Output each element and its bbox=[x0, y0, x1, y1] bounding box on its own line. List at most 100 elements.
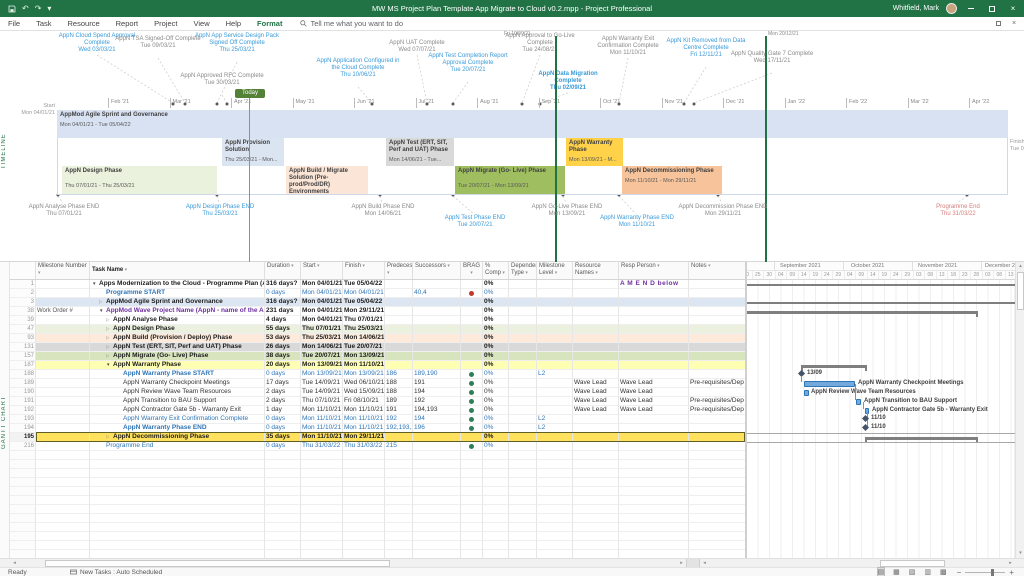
resource-names-cell[interactable] bbox=[573, 415, 619, 424]
expand-collapse-icon[interactable] bbox=[92, 280, 99, 288]
timeline-callout[interactable]: AppN Warranty Exit Confirmation Complete… bbox=[584, 36, 672, 57]
brag-cell[interactable] bbox=[461, 415, 483, 424]
resp-person-cell[interactable] bbox=[619, 415, 689, 424]
resource-names-cell[interactable] bbox=[573, 325, 619, 334]
brag-cell[interactable] bbox=[461, 352, 483, 361]
timeline-bar[interactable]: AppMod Agile Sprint and GovernanceMon 04… bbox=[57, 110, 1008, 138]
row-number[interactable]: 1 bbox=[10, 280, 36, 289]
finish-cell[interactable]: Mon 04/01/21 bbox=[343, 289, 385, 298]
row-number[interactable]: 39 bbox=[10, 316, 36, 325]
scroll-down-arrow[interactable]: ▾ bbox=[1016, 549, 1024, 558]
notes-cell[interactable] bbox=[689, 343, 745, 352]
gantt-chart-body[interactable]: 13/09 AppN Warranty Checkpoint Meetings … bbox=[747, 280, 1015, 558]
finish-cell[interactable]: Mon 11/10/21 bbox=[343, 424, 385, 433]
predecessors-cell[interactable] bbox=[385, 361, 413, 370]
start-cell[interactable]: Mon 11/10/21 bbox=[301, 415, 343, 424]
notes-cell[interactable] bbox=[689, 352, 745, 361]
start-cell[interactable]: Thu 31/03/22 bbox=[301, 442, 343, 451]
milestone-number-cell[interactable] bbox=[36, 316, 90, 325]
row-number[interactable]: 38 bbox=[10, 307, 36, 316]
timeline-callout[interactable]: AppN Approved RFC CompleteTue 30/03/21 bbox=[178, 73, 266, 87]
milestone-level-cell[interactable] bbox=[537, 316, 573, 325]
brag-cell[interactable] bbox=[461, 280, 483, 289]
resource-names-cell[interactable] bbox=[573, 316, 619, 325]
milestone-level-cell[interactable] bbox=[537, 334, 573, 343]
table-row[interactable]: 187 AppN Warranty Phase 20 days Mon 13/0… bbox=[10, 361, 745, 370]
task-name-cell[interactable]: AppN Build (Provision / Deploy) Phase bbox=[90, 334, 265, 343]
percent-complete-cell[interactable]: 0% bbox=[483, 397, 509, 406]
percent-complete-cell[interactable]: 0% bbox=[483, 325, 509, 334]
task-usage-view-button[interactable]: ▦ bbox=[893, 568, 900, 576]
duration-cell[interactable]: 38 days bbox=[265, 352, 301, 361]
save-icon[interactable] bbox=[8, 5, 16, 13]
dependency-type-cell[interactable] bbox=[509, 442, 537, 451]
dependency-type-cell[interactable] bbox=[509, 289, 537, 298]
milestone-number-cell[interactable] bbox=[36, 424, 90, 433]
finish-cell[interactable]: Mon 13/09/21 bbox=[343, 370, 385, 379]
milestone-level-cell[interactable] bbox=[537, 325, 573, 334]
ribbon-tab[interactable]: View bbox=[185, 19, 217, 28]
start-cell[interactable]: Tue 14/09/21 bbox=[301, 388, 343, 397]
resource-names-cell[interactable] bbox=[573, 361, 619, 370]
finish-cell[interactable]: Mon 29/11/21 bbox=[343, 433, 385, 442]
successors-cell[interactable] bbox=[413, 316, 461, 325]
close-button[interactable]: × bbox=[1006, 2, 1020, 15]
scroll-up-arrow[interactable]: ▴ bbox=[1016, 262, 1024, 271]
ribbon-tab[interactable]: Format bbox=[249, 19, 290, 28]
table-row-empty[interactable] bbox=[10, 523, 745, 532]
table-row-empty[interactable] bbox=[10, 541, 745, 550]
dependency-type-cell[interactable] bbox=[509, 415, 537, 424]
new-tasks-mode[interactable]: New Tasks : Auto Scheduled bbox=[70, 569, 162, 576]
milestone-number-cell[interactable] bbox=[36, 415, 90, 424]
resp-person-cell[interactable] bbox=[619, 316, 689, 325]
duration-cell[interactable]: 0 days bbox=[265, 370, 301, 379]
predecessors-cell[interactable] bbox=[385, 433, 413, 442]
duration-cell[interactable]: 0 days bbox=[265, 415, 301, 424]
notes-cell[interactable]: Pre-requisites/Dep bbox=[689, 397, 745, 406]
timeline-callout[interactable]: AppN Decommission Phase ENDMon 29/11/21 bbox=[677, 204, 769, 218]
start-cell[interactable]: Mon 04/01/21 bbox=[301, 316, 343, 325]
brag-cell[interactable] bbox=[461, 298, 483, 307]
column-header-milestone-level[interactable]: Milestone Level bbox=[537, 262, 573, 279]
ribbon-tab[interactable]: Resource bbox=[60, 19, 108, 28]
timeline-callout[interactable]: AppN TSA Signed-Off CompleteTue 09/03/21 bbox=[114, 36, 202, 50]
table-row[interactable]: 191 AppN Transition to BAU Support 2 day… bbox=[10, 397, 745, 406]
percent-complete-cell[interactable]: 0% bbox=[483, 307, 509, 316]
successors-cell[interactable] bbox=[413, 343, 461, 352]
resource-names-cell[interactable] bbox=[573, 352, 619, 361]
milestone-level-cell[interactable] bbox=[537, 397, 573, 406]
row-number[interactable]: 3 bbox=[10, 298, 36, 307]
timeline-pane-label[interactable]: TIMELINE bbox=[1, 116, 11, 186]
start-cell[interactable]: Mon 04/01/21 bbox=[301, 289, 343, 298]
report-view-button[interactable]: ▩ bbox=[940, 568, 947, 576]
notes-cell[interactable] bbox=[689, 316, 745, 325]
task-name-cell[interactable]: AppN Contractor Gate 5b - Warranty Exit bbox=[90, 406, 265, 415]
task-name-cell[interactable]: AppN Warranty Checkpoint Meetings bbox=[90, 379, 265, 388]
resp-person-cell[interactable] bbox=[619, 307, 689, 316]
row-number[interactable]: 191 bbox=[10, 397, 36, 406]
row-number[interactable]: 190 bbox=[10, 388, 36, 397]
table-row[interactable]: 93 AppN Build (Provision / Deploy) Phase… bbox=[10, 334, 745, 343]
resp-person-cell[interactable] bbox=[619, 433, 689, 442]
dependency-type-cell[interactable] bbox=[509, 388, 537, 397]
resource-names-cell[interactable] bbox=[573, 370, 619, 379]
task-name-cell[interactable]: AppN Test (ERT, SIT, Perf and UAT) Phase bbox=[90, 343, 265, 352]
tell-me-search[interactable]: Tell me what you want to do bbox=[290, 19, 403, 28]
predecessors-cell[interactable] bbox=[385, 280, 413, 289]
timeline-callout[interactable]: AppN Build Phase ENDMon 14/06/21 bbox=[337, 204, 429, 218]
row-number[interactable]: 193 bbox=[10, 415, 36, 424]
column-header-duration[interactable]: Duration bbox=[265, 262, 301, 279]
brag-cell[interactable] bbox=[461, 325, 483, 334]
successors-cell[interactable]: 196 bbox=[413, 424, 461, 433]
successors-cell[interactable]: 40,4 bbox=[413, 289, 461, 298]
duration-cell[interactable]: 1 day bbox=[265, 406, 301, 415]
dependency-type-cell[interactable] bbox=[509, 397, 537, 406]
resp-person-cell[interactable] bbox=[619, 361, 689, 370]
resource-names-cell[interactable] bbox=[573, 280, 619, 289]
successors-cell[interactable]: 194 bbox=[413, 415, 461, 424]
milestone-level-cell[interactable] bbox=[537, 433, 573, 442]
notes-cell[interactable] bbox=[689, 361, 745, 370]
finish-cell[interactable]: Mon 11/10/21 bbox=[343, 406, 385, 415]
gantt-view-button[interactable]: ▤ bbox=[878, 568, 885, 576]
notes-cell[interactable] bbox=[689, 298, 745, 307]
